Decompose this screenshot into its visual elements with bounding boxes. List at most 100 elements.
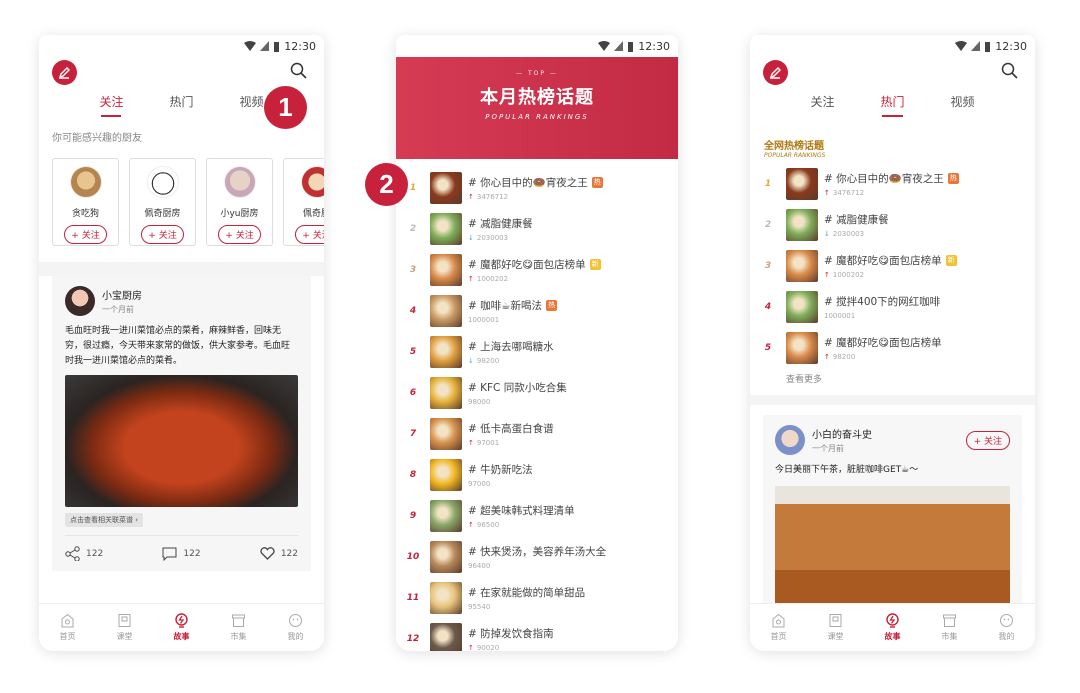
- app-logo[interactable]: [52, 60, 77, 85]
- topic-thumbnail[interactable]: [430, 581, 462, 614]
- post-author[interactable]: 小宝厨房: [102, 287, 142, 302]
- topic-row[interactable]: 5 # 上海去哪喝糖水 ↓ 98200: [396, 331, 678, 372]
- user-card[interactable]: 小yu厨房 + 关注: [206, 158, 273, 246]
- topic-row[interactable]: 11 # 在家就能做的简单甜品 95540: [396, 577, 678, 618]
- share-button[interactable]: 122: [65, 546, 103, 561]
- post-image[interactable]: [775, 486, 1010, 606]
- follow-button[interactable]: + 关注: [295, 225, 324, 244]
- home-icon: [61, 613, 74, 628]
- topic-title[interactable]: # 你心目中的🍩宵夜之王: [468, 175, 588, 190]
- topic-title[interactable]: # 超美味韩式料理清单: [468, 503, 575, 518]
- topic-title[interactable]: # 你心目中的🍩宵夜之王: [824, 171, 944, 186]
- nav-class[interactable]: 课堂: [828, 613, 844, 642]
- tab-follow[interactable]: 关注: [99, 93, 123, 117]
- search-icon[interactable]: [1001, 62, 1018, 79]
- topic-title[interactable]: # KFC 同款小吃合集: [468, 380, 567, 395]
- topic-thumbnail[interactable]: [430, 458, 462, 491]
- nav-home[interactable]: 首页: [771, 613, 787, 642]
- user-card[interactable]: 佩奇厨 + 关注: [283, 158, 324, 246]
- nav-me[interactable]: 我的: [288, 613, 304, 642]
- topic-thumbnail[interactable]: [430, 253, 462, 286]
- avatar: [69, 166, 102, 198]
- topic-row[interactable]: 4 # 搅拌400下的网红咖啡 1000001: [750, 286, 1035, 327]
- topic-thumbnail[interactable]: [430, 622, 462, 651]
- tab-hot[interactable]: 热门: [880, 93, 905, 117]
- nav-me[interactable]: 我的: [999, 613, 1015, 642]
- nav-story[interactable]: 故事: [174, 613, 190, 642]
- topic-thumbnail[interactable]: [786, 249, 818, 282]
- follow-button[interactable]: + 关注: [141, 225, 184, 244]
- topic-row[interactable]: 1 # 你心目中的🍩宵夜之王热 ↑ 3476712: [396, 167, 678, 208]
- topic-thumbnail[interactable]: [786, 290, 818, 323]
- topic-thumbnail[interactable]: [430, 417, 462, 450]
- follow-button[interactable]: + 关注: [64, 225, 107, 244]
- topic-row[interactable]: 4 # 咖啡☕新喝法热 1000001: [396, 290, 678, 331]
- avatar[interactable]: [65, 286, 95, 316]
- user-card[interactable]: 贪吃狗 + 关注: [52, 158, 119, 246]
- comment-icon: [162, 547, 177, 561]
- topic-title[interactable]: # 咖啡☕新喝法: [468, 298, 542, 313]
- user-card[interactable]: 佩奇厨房 + 关注: [129, 158, 196, 246]
- topic-row[interactable]: 9 # 超美味韩式料理清单 ↑ 96500: [396, 495, 678, 536]
- comment-button[interactable]: 122: [162, 546, 201, 561]
- topic-thumbnail[interactable]: [430, 540, 462, 573]
- topic-title[interactable]: # 魔都好吃😋面包店榜单: [468, 257, 586, 272]
- post-card[interactable]: 小白的奋斗史 一个月前 + 关注 今日美丽下午茶，脏脏咖啡GET☕～: [763, 415, 1022, 625]
- topic-title[interactable]: # 搅拌400下的网红咖啡: [824, 294, 940, 309]
- topic-row[interactable]: 5 # 魔都好吃😋面包店榜单 ↑ 98200: [750, 327, 1035, 368]
- nav-market[interactable]: 市集: [231, 613, 247, 642]
- topic-row[interactable]: 3 # 魔都好吃😋面包店榜单新 ↑ 1000202: [396, 249, 678, 290]
- post-image[interactable]: [65, 375, 298, 507]
- topic-thumbnail[interactable]: [786, 331, 818, 364]
- topic-row[interactable]: 2 # 减脂健康餐 ↓ 2030003: [750, 204, 1035, 245]
- topic-row[interactable]: 10 # 快来煲汤，美容养年汤大全 96400: [396, 536, 678, 577]
- follow-button[interactable]: + 关注: [218, 225, 261, 244]
- topic-title[interactable]: # 魔都好吃😋面包店榜单: [824, 335, 942, 350]
- nav-market[interactable]: 市集: [942, 613, 958, 642]
- nav-home[interactable]: 首页: [60, 613, 76, 642]
- nav-class[interactable]: 课堂: [117, 613, 133, 642]
- topic-row[interactable]: 2 # 减脂健康餐 ↓ 2030003: [396, 208, 678, 249]
- topic-thumbnail[interactable]: [786, 208, 818, 241]
- topic-title[interactable]: # 防掉发饮食指南: [468, 626, 554, 641]
- topic-thumbnail[interactable]: [430, 376, 462, 409]
- tab-hot[interactable]: 热门: [169, 93, 193, 114]
- like-button[interactable]: 122: [260, 546, 298, 561]
- follow-button[interactable]: + 关注: [965, 430, 1010, 450]
- like-count: 122: [280, 548, 298, 559]
- see-more-link[interactable]: 查看更多: [750, 368, 1035, 385]
- topic-title[interactable]: # 牛奶新吃法: [468, 462, 533, 477]
- topic-row[interactable]: 1 # 你心目中的🍩宵夜之王热 ↑ 3476712: [750, 163, 1035, 204]
- topic-row[interactable]: 6 # KFC 同款小吃合集 98000: [396, 372, 678, 413]
- tab-video[interactable]: 视频: [951, 93, 975, 114]
- topic-title[interactable]: # 上海去哪喝糖水: [468, 339, 554, 354]
- topic-thumbnail[interactable]: [786, 167, 818, 200]
- topic-thumbnail[interactable]: [430, 499, 462, 532]
- topic-thumbnail[interactable]: [430, 335, 462, 368]
- topic-title[interactable]: # 低卡高蛋白食谱: [468, 421, 554, 436]
- topic-row[interactable]: 7 # 低卡高蛋白食谱 ↑ 97001: [396, 413, 678, 454]
- topic-count: 90020: [476, 643, 500, 652]
- topic-title[interactable]: # 快来煲汤，美容养年汤大全: [468, 544, 606, 559]
- topic-title[interactable]: # 减脂健康餐: [824, 212, 889, 227]
- search-icon[interactable]: [290, 62, 307, 79]
- topic-thumbnail[interactable]: [430, 294, 462, 327]
- avatar[interactable]: [775, 425, 805, 455]
- app-logo[interactable]: [763, 60, 788, 85]
- topic-thumbnail[interactable]: [430, 212, 462, 245]
- topic-title[interactable]: # 减脂健康餐: [468, 216, 533, 231]
- post-author[interactable]: 小白的奋斗史: [812, 426, 872, 441]
- status-bar: 12:30: [396, 35, 678, 57]
- topic-row[interactable]: 8 # 牛奶新吃法 97000: [396, 454, 678, 495]
- topic-row[interactable]: 12 # 防掉发饮食指南 ↑ 90020: [396, 618, 678, 651]
- trend-down-icon: ↓: [468, 233, 474, 242]
- topic-title[interactable]: # 在家就能做的简单甜品: [468, 585, 585, 600]
- tab-follow[interactable]: 关注: [810, 93, 834, 114]
- related-recipe-link[interactable]: 点击查看相关联菜谱 ›: [65, 513, 144, 527]
- topic-row[interactable]: 3 # 魔都好吃😋面包店榜单新 ↑ 1000202: [750, 245, 1035, 286]
- nav-story[interactable]: 故事: [885, 613, 901, 642]
- topic-title[interactable]: # 魔都好吃😋面包店榜单: [824, 253, 942, 268]
- topic-thumbnail[interactable]: [430, 171, 462, 204]
- post-card[interactable]: 小宝厨房 一个月前 毛血旺时我一进川菜馆必点的菜肴，麻辣鲜香，回味无穷，很过瘾，…: [52, 276, 311, 571]
- tab-video[interactable]: 视频: [240, 93, 264, 114]
